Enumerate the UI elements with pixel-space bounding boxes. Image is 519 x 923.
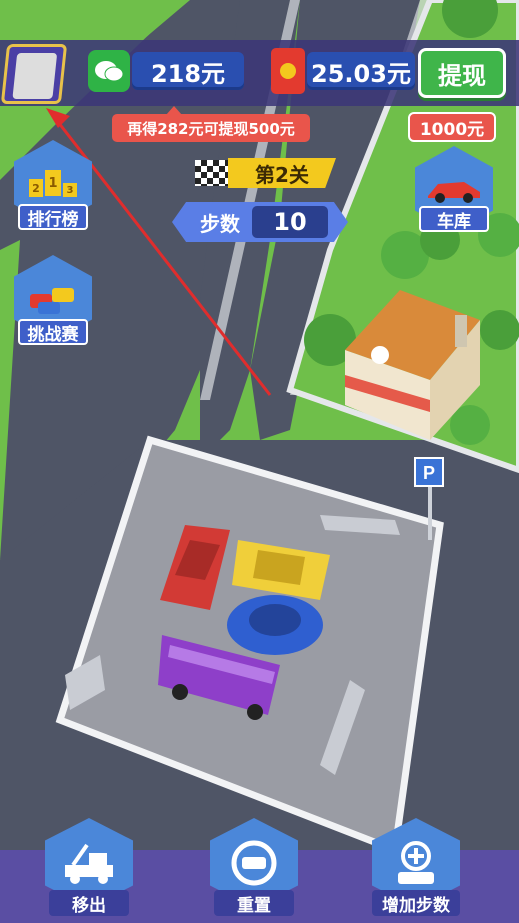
- move-out-label: 移出: [49, 890, 129, 916]
- garage-label: 车库: [419, 206, 489, 232]
- red-packet-icon: [271, 48, 305, 94]
- parking-sign-letter: P: [423, 463, 435, 483]
- blue-car[interactable]: [227, 595, 323, 655]
- garage-price-badge: 1000元: [408, 112, 496, 142]
- challenge-button[interactable]: 挑战赛: [14, 255, 92, 345]
- wechat-balance: 218元: [132, 52, 244, 90]
- garage-button[interactable]: 车库: [415, 146, 493, 232]
- add-steps-button[interactable]: 增加步数: [372, 818, 460, 916]
- move-out-button[interactable]: 移出: [45, 818, 133, 916]
- withdraw-button[interactable]: 提现: [418, 48, 506, 98]
- steps-label: 步数: [200, 211, 240, 236]
- player-avatar[interactable]: [0, 44, 68, 104]
- add-steps-label: 增加步数: [372, 890, 460, 916]
- wechat-icon: [88, 50, 130, 92]
- reset-button[interactable]: 重置: [210, 818, 298, 916]
- level-label: 第2关: [228, 158, 336, 188]
- steps-value: 10: [252, 206, 328, 238]
- checkered-flag-icon: [195, 160, 231, 186]
- reset-label: 重置: [214, 890, 294, 916]
- withdraw-tip: 再得282元可提现500元: [112, 114, 310, 142]
- challenge-label: 挑战赛: [18, 319, 88, 345]
- leaderboard-label: 排行榜: [18, 204, 88, 230]
- leaderboard-button[interactable]: 2 1 3 排行榜: [14, 140, 92, 230]
- redpack-balance: 25.03元: [307, 52, 415, 90]
